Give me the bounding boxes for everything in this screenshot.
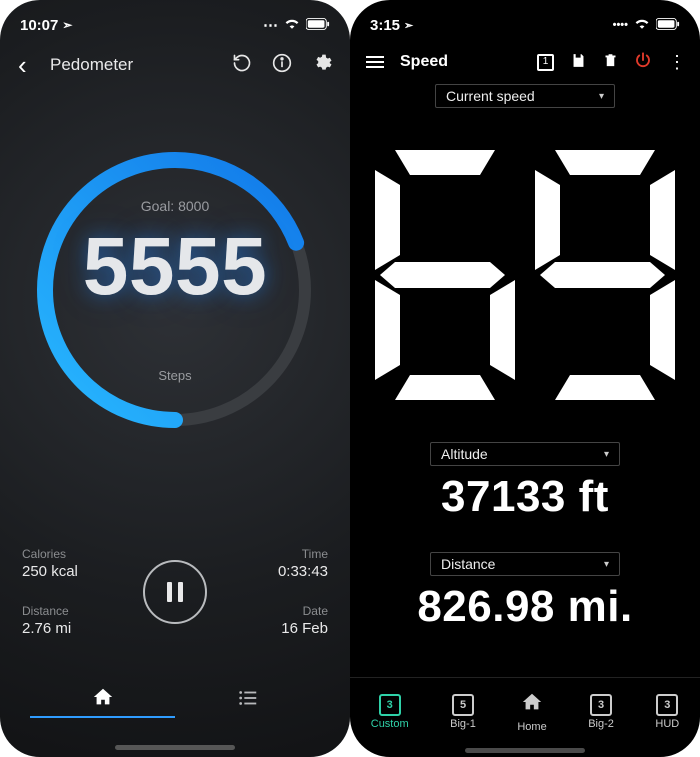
title-bar: ‹ Pedometer: [0, 48, 350, 82]
status-icons: ⋯: [263, 16, 330, 34]
tab-big-2[interactable]: 3 Big-2: [588, 694, 614, 730]
distance-value: 826.98 mi.: [350, 582, 700, 632]
delete-icon[interactable]: [603, 52, 618, 73]
wifi-icon: [284, 17, 300, 34]
time-value: 0:33:43: [207, 563, 328, 580]
info-icon[interactable]: [272, 53, 292, 78]
home-indicator: [115, 745, 235, 750]
main-metric-dropdown-label: Current speed: [446, 88, 535, 104]
tab-hud-num: 3: [656, 694, 678, 716]
save-icon[interactable]: [570, 52, 587, 73]
tab-big2-num: 3: [590, 694, 612, 716]
menu-icon[interactable]: [366, 56, 384, 68]
more-icon[interactable]: ⋮: [668, 52, 684, 73]
pause-button[interactable]: [143, 560, 207, 624]
chevron-down-icon: ▾: [599, 91, 604, 102]
page-title: Speed: [400, 53, 448, 71]
tab-big-1[interactable]: 5 Big-1: [450, 694, 476, 730]
progress-ring: Goal: 8000 5555 Steps: [0, 110, 350, 470]
date-value: 16 Feb: [207, 620, 328, 637]
main-metric-dropdown[interactable]: Current speed ▾: [435, 84, 615, 108]
speed-display: [350, 130, 700, 420]
tab-hud-label: HUD: [655, 718, 679, 730]
back-icon[interactable]: ‹: [18, 50, 40, 81]
step-count: 5555: [83, 220, 267, 314]
distance-dropdown[interactable]: Distance ▾: [430, 552, 620, 576]
tab-big1-label: Big-1: [450, 718, 476, 730]
tab-home-label: Home: [517, 721, 546, 733]
chevron-down-icon: ▾: [604, 559, 609, 570]
status-bar: 10:07 ➣ ⋯: [0, 10, 350, 40]
signal-icon: ⋯: [263, 16, 278, 34]
distance-metric: Distance 2.76 mi: [22, 604, 143, 637]
title-bar: Speed 1 ⋮: [350, 44, 700, 80]
list-tab[interactable]: [175, 687, 320, 717]
tab-custom-num: 3: [379, 694, 401, 716]
tab-big1-num: 5: [452, 694, 474, 716]
location-icon: ➣: [404, 19, 413, 32]
metrics-grid: Calories 250 kcal Time 0:33:43 Distance …: [0, 547, 350, 637]
status-time: 10:07: [20, 17, 58, 34]
tab-custom[interactable]: 3 Custom: [371, 694, 409, 730]
distance-value: 2.76 mi: [22, 620, 143, 637]
chevron-down-icon: ▾: [604, 449, 609, 460]
altitude-block: Altitude ▾ 37133 ft: [350, 442, 700, 522]
tab-bar: 3 Custom 5 Big-1 Home 3 Big-2 3 HUD: [350, 677, 700, 739]
power-icon[interactable]: [634, 51, 652, 73]
battery-icon: [306, 17, 330, 34]
tab-custom-label: Custom: [371, 718, 409, 730]
home-indicator: [465, 748, 585, 753]
tab-big2-label: Big-2: [588, 718, 614, 730]
wifi-icon: [634, 17, 650, 34]
time-metric: Time 0:33:43: [207, 547, 328, 580]
home-icon: [521, 691, 543, 719]
calories-value: 250 kcal: [22, 563, 143, 580]
page-title: Pedometer: [50, 55, 133, 75]
speedometer-app: 3:15 ➣ •••• Speed 1 ⋮: [350, 0, 700, 757]
altitude-value: 37133 ft: [350, 472, 700, 522]
date-metric: Date 16 Feb: [207, 604, 328, 637]
speed-digits: [365, 140, 685, 410]
goal-label: Goal: 8000: [83, 198, 267, 214]
status-icons: ••••: [613, 17, 680, 34]
calories-label: Calories: [22, 547, 143, 561]
home-tab[interactable]: [30, 686, 175, 718]
tab-home[interactable]: Home: [517, 691, 546, 733]
step-unit: Steps: [83, 368, 267, 383]
altitude-dropdown-label: Altitude: [441, 446, 488, 462]
refresh-icon[interactable]: [232, 53, 252, 78]
distance-label: Distance: [22, 604, 143, 618]
signal-icon: ••••: [613, 19, 628, 31]
status-bar: 3:15 ➣ ••••: [350, 10, 700, 40]
location-icon: ➣: [62, 18, 72, 32]
preset-1-icon[interactable]: 1: [537, 54, 554, 71]
distance-dropdown-label: Distance: [441, 556, 495, 572]
altitude-dropdown[interactable]: Altitude ▾: [430, 442, 620, 466]
tab-hud[interactable]: 3 HUD: [655, 694, 679, 730]
status-time: 3:15: [370, 17, 400, 34]
pedometer-app: 10:07 ➣ ⋯ ‹ Pedometer: [0, 0, 350, 757]
gear-icon[interactable]: [312, 53, 332, 78]
bottom-nav: [0, 677, 350, 727]
distance-block: Distance ▾ 826.98 mi.: [350, 552, 700, 632]
calories-metric: Calories 250 kcal: [22, 547, 143, 580]
battery-icon: [656, 17, 680, 34]
time-label: Time: [207, 547, 328, 561]
date-label: Date: [207, 604, 328, 618]
